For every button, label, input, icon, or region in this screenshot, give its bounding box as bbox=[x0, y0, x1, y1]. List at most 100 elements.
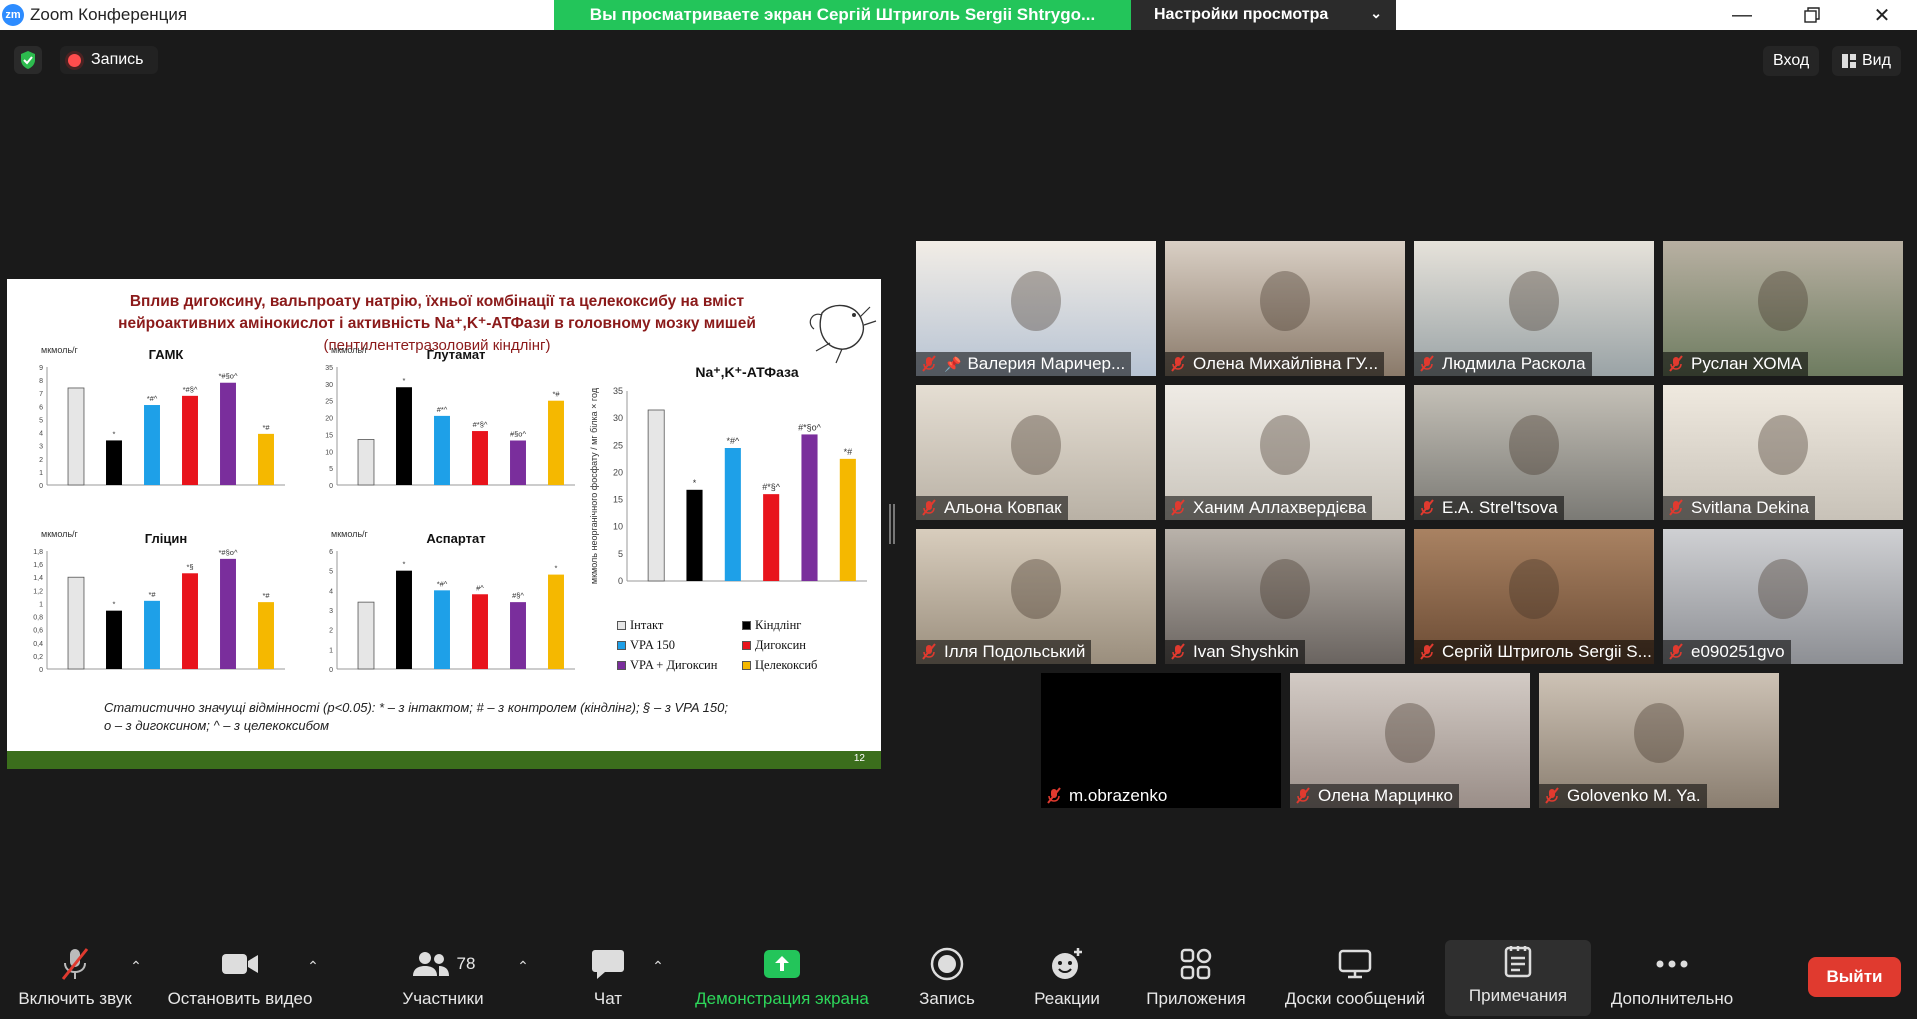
participant-tile[interactable]: e090251gvo bbox=[1663, 529, 1903, 664]
view-button[interactable]: Вид bbox=[1832, 46, 1901, 76]
tick-label: 8 bbox=[39, 378, 43, 385]
participant-silhouette bbox=[1758, 271, 1808, 331]
tick-label: 0,4 bbox=[33, 641, 43, 648]
leave-meeting-button[interactable]: Выйти bbox=[1808, 957, 1901, 997]
enter-button[interactable]: Вход bbox=[1763, 46, 1820, 76]
view-settings-button[interactable]: Настройки просмотра ⌄ bbox=[1131, 0, 1396, 30]
chart-legend: Інтакт Кіндлінг VPA 150 Дигоксин VPA + Д… bbox=[617, 615, 867, 675]
participant-tile[interactable]: m.obrazenko bbox=[1041, 673, 1281, 808]
legend-item: Дигоксин bbox=[742, 635, 867, 655]
participant-silhouette bbox=[1385, 703, 1435, 763]
meeting-topbar: Запись Вход Вид bbox=[0, 30, 1917, 94]
legend-swatch bbox=[617, 640, 626, 650]
participants-options-button[interactable]: ⌃ bbox=[513, 938, 533, 1019]
participant-tile[interactable]: Svitlana Dekina bbox=[1663, 385, 1903, 520]
legend-label: Дигоксин bbox=[755, 637, 806, 652]
bar bbox=[182, 395, 198, 485]
chart-title: Аспартат bbox=[426, 531, 485, 546]
whiteboard-icon bbox=[1338, 945, 1372, 983]
participant-tile[interactable]: Ivan Shyshkin bbox=[1165, 529, 1405, 664]
muted-mic-icon bbox=[1420, 355, 1434, 372]
recording-indicator[interactable]: Запись bbox=[60, 46, 158, 74]
participant-name: Сергій Штриголь Sergii S... bbox=[1442, 642, 1652, 661]
notes-label: Примечания bbox=[1468, 986, 1568, 1005]
tick-label: 1,4 bbox=[33, 575, 43, 582]
more-button[interactable]: Дополнительно bbox=[1600, 938, 1744, 1019]
zoom-logo-icon: zm bbox=[2, 4, 24, 26]
bar-annotation: *# bbox=[552, 390, 560, 399]
whiteboards-button[interactable]: Доски сообщений bbox=[1274, 938, 1436, 1019]
tick-label: 35 bbox=[325, 365, 333, 372]
muted-mic-icon bbox=[1047, 787, 1061, 804]
encryption-shield-icon[interactable] bbox=[14, 46, 42, 74]
participant-silhouette bbox=[1758, 415, 1808, 475]
chart-title: Гліцин bbox=[145, 531, 187, 546]
notes-button[interactable]: Примечания bbox=[1445, 940, 1591, 1016]
tick-label: 0 bbox=[329, 667, 333, 674]
chat-button[interactable]: Чат bbox=[578, 938, 638, 1019]
legend-label: VPA + Дигоксин bbox=[630, 657, 718, 672]
participant-tile[interactable]: Людмила Раскола bbox=[1414, 241, 1654, 376]
muted-mic-icon bbox=[1420, 643, 1434, 660]
apps-button[interactable]: Приложения bbox=[1134, 938, 1258, 1019]
chat-options-button[interactable]: ⌃ bbox=[648, 938, 668, 1019]
chat-label: Чат bbox=[593, 989, 623, 1008]
tick-label: 25 bbox=[325, 399, 333, 406]
participant-tile[interactable]: Олена Марцинко bbox=[1290, 673, 1530, 808]
tick-label: 1,8 bbox=[33, 549, 43, 556]
bar-annotation: #*§o^ bbox=[798, 422, 822, 432]
bar bbox=[396, 570, 412, 669]
reactions-label: Реакции bbox=[1034, 989, 1100, 1008]
participant-tile[interactable]: Олена Михайлівна ГУ... bbox=[1165, 241, 1405, 376]
tick-label: 1,2 bbox=[33, 588, 43, 595]
whiteboards-label: Доски сообщений bbox=[1284, 989, 1426, 1008]
caret-up-icon: ⌃ bbox=[517, 958, 529, 974]
bar bbox=[510, 602, 526, 669]
video-options-button[interactable]: ⌃ bbox=[303, 938, 323, 1019]
bar bbox=[434, 590, 450, 669]
unmute-button[interactable]: Включить звук bbox=[10, 938, 140, 1019]
participant-tile[interactable]: Сергій Штриголь Sergii S... bbox=[1414, 529, 1654, 664]
close-button[interactable]: ✕ bbox=[1852, 0, 1912, 30]
tick-label: 6 bbox=[39, 404, 43, 411]
participant-name: Ханим Аллахвердієва bbox=[1193, 498, 1367, 517]
muted-mic-icon bbox=[1171, 355, 1185, 372]
participant-tile[interactable]: Альона Ковпак bbox=[916, 385, 1156, 520]
bar bbox=[510, 440, 526, 485]
slide-title: Вплив дигоксину, вальпроату натрію, їхнь… bbox=[67, 291, 807, 335]
participant-tile[interactable]: Ханим Аллахвердієва bbox=[1165, 385, 1405, 520]
chat-bubble-icon bbox=[591, 945, 625, 983]
slide-title-line2: нейроактивних амінокислот і активність N… bbox=[118, 315, 756, 332]
split-view-handle[interactable] bbox=[889, 504, 895, 544]
participant-tile[interactable]: 📌 Валерия Маричер... bbox=[916, 241, 1156, 376]
participant-silhouette bbox=[1260, 559, 1310, 619]
stop-video-button[interactable]: Остановить видео bbox=[160, 938, 320, 1019]
reactions-button[interactable]: Реакции bbox=[1022, 938, 1112, 1019]
minimize-button[interactable]: — bbox=[1712, 0, 1772, 30]
participant-silhouette bbox=[1011, 271, 1061, 331]
statistics-note: Статистично значущі відмінності (p<0.05)… bbox=[104, 699, 864, 735]
participant-name-bar: Ілля Подольський bbox=[916, 640, 1092, 664]
tick-label: 20 bbox=[325, 416, 333, 423]
tick-label: 0 bbox=[618, 576, 623, 586]
participant-tile[interactable]: Golovenko M. Ya. bbox=[1539, 673, 1779, 808]
caret-up-icon: ⌃ bbox=[652, 958, 664, 974]
participant-tile[interactable]: E.A. Strel'tsova bbox=[1414, 385, 1654, 520]
restore-button[interactable] bbox=[1782, 0, 1842, 30]
participant-tile[interactable]: Ілля Подольський bbox=[916, 529, 1156, 664]
record-button[interactable]: Запись bbox=[904, 938, 990, 1019]
notes-icon bbox=[1503, 942, 1533, 980]
participants-button[interactable]: 78 Участники bbox=[395, 938, 491, 1019]
bar bbox=[801, 434, 818, 581]
bar bbox=[472, 594, 488, 669]
participant-tile[interactable]: Руслан ХОМА bbox=[1663, 241, 1903, 376]
y-axis-label: мкмоль/г bbox=[41, 345, 79, 355]
minimize-icon: — bbox=[1732, 3, 1752, 26]
audio-options-button[interactable]: ⌃ bbox=[126, 938, 146, 1019]
legend-item: Інтакт bbox=[617, 615, 742, 635]
share-screen-button[interactable]: Демонстрация экрана bbox=[682, 938, 882, 1019]
tick-label: 1 bbox=[329, 647, 333, 654]
slide-footer: 12 bbox=[7, 751, 881, 769]
legend-label: Інтакт bbox=[630, 617, 664, 632]
bar-annotation: * bbox=[555, 564, 558, 573]
